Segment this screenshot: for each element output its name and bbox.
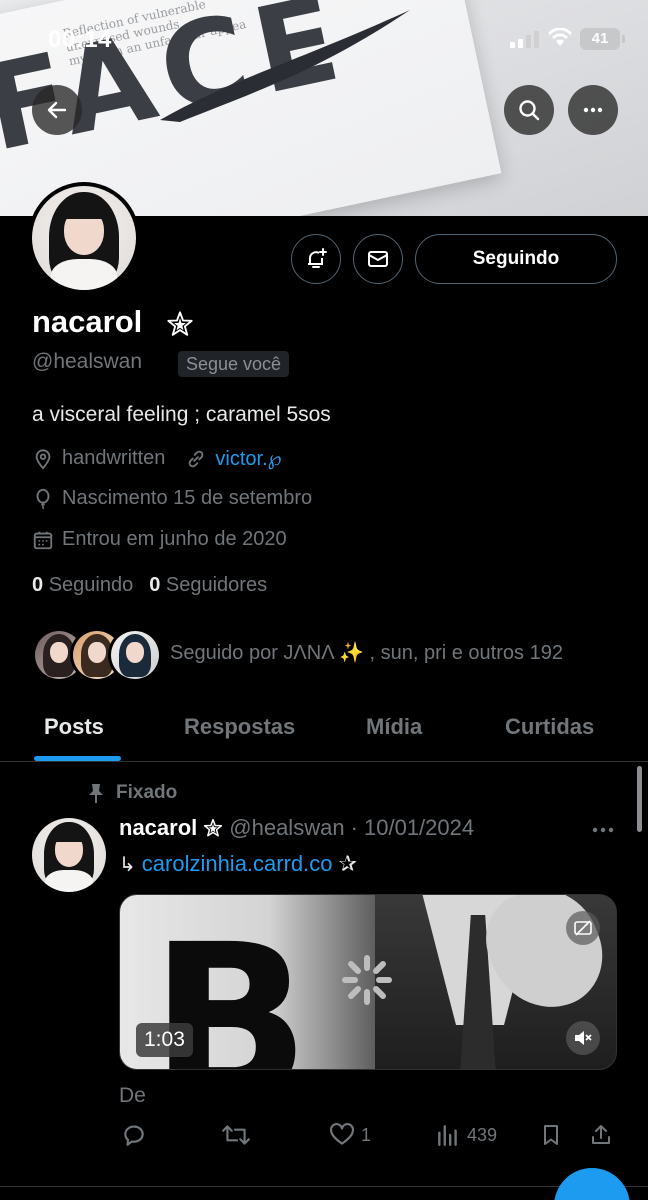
post-avatar[interactable] [32, 818, 106, 892]
post-link[interactable]: carolzinhia.carrd.co [142, 851, 333, 877]
profile-handle: @healswan [32, 350, 143, 373]
avatar-image [32, 186, 136, 290]
followed-by-row[interactable]: Seguido por JΛNΛ ✨ , sun, pri e outros 1… [32, 628, 632, 682]
profile-name: nacarol [32, 304, 143, 339]
bell-plus-icon [308, 248, 327, 268]
back-button[interactable] [32, 85, 82, 135]
location-row: handwritten victor.℘ [32, 446, 282, 471]
mail-icon [368, 251, 388, 267]
post-date: · 10/01/2024 [350, 815, 475, 840]
status-bar: 00:14 41 [0, 0, 648, 80]
compose-button[interactable] [554, 1168, 630, 1200]
active-tab-indicator [34, 756, 121, 761]
star-icon [204, 818, 223, 837]
battery-tip [622, 35, 625, 43]
battery-icon: 41 [580, 28, 620, 50]
pin-icon [89, 784, 103, 803]
calendar-icon [32, 529, 54, 551]
like-button[interactable]: 1 [329, 1122, 371, 1148]
search-icon [519, 100, 540, 121]
follower-avatar [108, 628, 162, 682]
share-icon [592, 1125, 610, 1144]
post-divider [0, 1186, 648, 1187]
scrollbar[interactable] [637, 766, 642, 832]
post-actions: 1 439 [119, 1122, 619, 1156]
follow-counts: 0 Seguindo 0 Seguidores [32, 574, 267, 597]
post-star: ✰ [338, 851, 357, 876]
post-caption: De [119, 1084, 146, 1107]
birthday-text: Nascimento 15 de setembro [62, 487, 313, 509]
joined-text: Entrou em junho de 2020 [62, 528, 287, 550]
post-header: nacarol @healswan · 10/01/2024 [119, 815, 474, 841]
pinned-label-row: Fixado [86, 782, 177, 804]
message-button[interactable] [353, 234, 403, 284]
link-icon [185, 448, 207, 470]
status-time: 00:14 [48, 26, 112, 53]
star-icon [167, 311, 193, 336]
following-count-link[interactable]: 0 Seguindo [32, 574, 133, 597]
joined-row: Entrou em junho de 2020 [32, 528, 287, 551]
post-more-icon[interactable] [592, 826, 614, 834]
profile-link[interactable]: victor.℘ [215, 446, 281, 471]
share-button[interactable] [589, 1122, 613, 1148]
profile-avatar[interactable] [28, 182, 140, 294]
location-text: handwritten [62, 447, 166, 469]
post-text: ↳ carolzinhia.carrd.co ✰ [119, 851, 357, 877]
signal-icon [510, 30, 539, 48]
followed-by-text: Seguido por JΛNΛ ✨ , sun, pri e outros 1… [170, 642, 563, 664]
muted-speaker-icon [575, 1031, 592, 1045]
reply-button[interactable] [121, 1122, 147, 1148]
follows-you-badge: Segue você [178, 351, 290, 377]
like-count: 1 [361, 1124, 372, 1145]
post-author-name[interactable]: nacarol [119, 815, 197, 841]
followers-count-link[interactable]: 0 Seguidores [149, 574, 267, 597]
pinned-label: Fixado [116, 782, 178, 803]
profile-bio: a visceral feeling ; caramel 5sos [32, 403, 331, 426]
tab-posts[interactable]: Posts [44, 714, 104, 740]
search-button[interactable] [504, 85, 554, 135]
tab-media[interactable]: Mídia [366, 714, 422, 740]
bookmark-icon [544, 1125, 558, 1145]
view-count: 439 [467, 1124, 498, 1145]
location-icon [32, 448, 54, 470]
video-duration: 1:03 [136, 1023, 193, 1057]
birthday-row: Nascimento 15 de setembro [32, 487, 312, 510]
tab-replies[interactable]: Respostas [184, 714, 295, 740]
views-icon [438, 1125, 457, 1146]
retweet-button[interactable] [221, 1122, 251, 1148]
mute-button[interactable] [566, 1021, 600, 1055]
more-icon [583, 107, 603, 113]
balloon-icon [32, 488, 54, 510]
notifications-button[interactable] [291, 234, 341, 284]
following-button[interactable]: Seguindo [415, 234, 617, 284]
profile-tabs: Posts Respostas Mídia Curtidas [0, 700, 648, 762]
retweet-icon [222, 1125, 250, 1145]
tab-likes[interactable]: Curtidas [505, 714, 594, 740]
heart-icon [330, 1122, 354, 1145]
back-arrow-icon [47, 101, 67, 119]
wifi-icon [548, 28, 572, 46]
bookmark-button[interactable] [539, 1122, 563, 1148]
post-author-handle[interactable]: @healswan [229, 815, 344, 841]
reply-icon [124, 1125, 144, 1146]
more-options-button[interactable] [568, 85, 618, 135]
video-player[interactable]: B 1:03 [119, 894, 617, 1070]
views-button[interactable]: 439 [435, 1122, 497, 1148]
reply-arrow: ↳ [119, 853, 136, 876]
captions-button[interactable] [566, 911, 600, 945]
loading-spinner-icon [342, 955, 392, 1005]
captions-off-icon [574, 920, 592, 936]
